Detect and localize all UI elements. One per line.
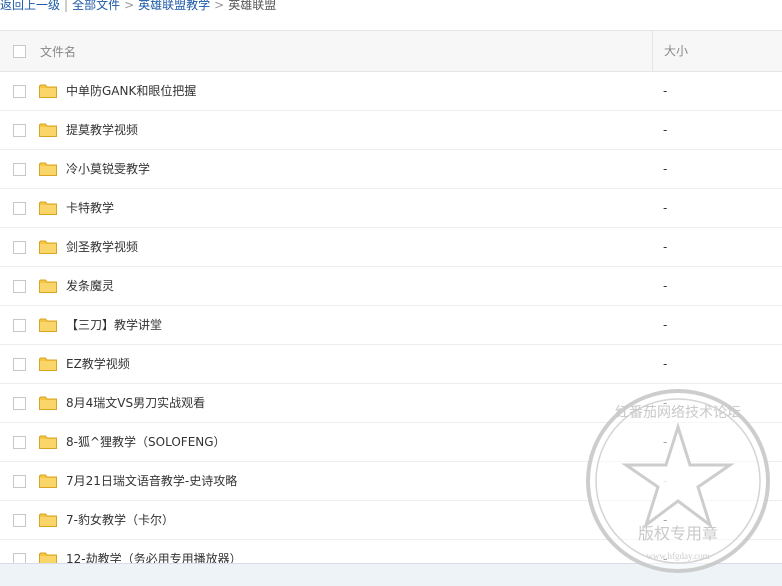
file-name[interactable]: 卡特教学 [66,189,114,227]
file-size: - [663,435,668,449]
file-list: 文件名 大小 中单防GANK和眼位把握 - 提莫教学视频 - 冷小莫锐雯教学 - 卡特教学 -… [0,30,782,579]
file-size: - [663,201,668,215]
row-checkbox[interactable] [13,241,26,254]
file-row[interactable]: 7月21日瑞文语音教学-史诗攻略 - [0,462,782,501]
file-size: - [663,123,668,137]
row-checkbox[interactable] [13,397,26,410]
file-name[interactable]: 【三刀】教学讲堂 [66,306,162,344]
file-size: - [663,318,668,332]
folder-icon [39,513,57,527]
file-rows: 中单防GANK和眼位把握 - 提莫教学视频 - 冷小莫锐雯教学 - 卡特教学 - 剑圣教学视频 -… [0,72,782,579]
folder-icon [39,240,57,254]
folder-icon [39,435,57,449]
folder-icon [39,123,57,137]
file-row[interactable]: 7-豹女教学（卡尔） - [0,501,782,540]
file-size: - [663,84,668,98]
file-name[interactable]: 7月21日瑞文语音教学-史诗攻略 [66,462,237,500]
file-row[interactable]: EZ教学视频 - [0,345,782,384]
file-row[interactable]: 中单防GANK和眼位把握 - [0,72,782,111]
file-row[interactable]: 剑圣教学视频 - [0,228,782,267]
file-name[interactable]: 发条魔灵 [66,267,114,305]
folder-icon [39,474,57,488]
row-checkbox[interactable] [13,514,26,527]
folder-icon [39,162,57,176]
file-size: - [663,357,668,371]
folder-icon [39,396,57,410]
row-checkbox[interactable] [13,436,26,449]
file-size: - [663,396,668,410]
file-name[interactable]: 8-狐^狸教学（SOLOFENG） [66,423,226,461]
file-name[interactable]: 中单防GANK和眼位把握 [66,72,196,110]
breadcrumb-current: 英雄联盟 [228,0,277,12]
select-all-checkbox[interactable] [13,45,26,58]
folder-icon [39,279,57,293]
row-checkbox[interactable] [13,124,26,137]
breadcrumb-all-files[interactable]: 全部文件 [72,0,120,12]
file-row[interactable]: 卡特教学 - [0,189,782,228]
file-row[interactable]: 提莫教学视频 - [0,111,782,150]
row-checkbox[interactable] [13,358,26,371]
row-checkbox[interactable] [13,319,26,332]
file-row[interactable]: 8月4瑞文VS男刀实战观看 - [0,384,782,423]
row-checkbox[interactable] [13,475,26,488]
row-checkbox[interactable] [13,163,26,176]
folder-icon [39,201,57,215]
file-name[interactable]: 冷小莫锐雯教学 [66,150,150,188]
folder-icon [39,318,57,332]
file-size: - [663,162,668,176]
breadcrumb-separator: | [64,0,69,12]
back-link[interactable]: 返回上一级 [0,0,60,12]
column-header-name[interactable]: 文件名 [40,31,76,73]
file-row[interactable]: 【三刀】教学讲堂 - [0,306,782,345]
breadcrumb-chevron: > [214,0,225,12]
file-name[interactable]: 7-豹女教学（卡尔） [66,501,174,539]
breadcrumb-parent[interactable]: 英雄联盟教学 [138,0,210,12]
file-name[interactable]: EZ教学视频 [66,345,130,383]
file-row[interactable]: 发条魔灵 - [0,267,782,306]
breadcrumb-chevron: > [124,0,135,12]
file-size: - [663,513,668,527]
folder-icon [39,357,57,371]
bottom-bar [0,563,782,586]
file-name[interactable]: 提莫教学视频 [66,111,138,149]
file-row[interactable]: 冷小莫锐雯教学 - [0,150,782,189]
file-size: - [663,474,668,488]
file-size: - [663,240,668,254]
file-name[interactable]: 剑圣教学视频 [66,228,138,266]
row-checkbox[interactable] [13,280,26,293]
file-list-header: 文件名 大小 [0,30,782,72]
column-header-size[interactable]: 大小 [652,31,688,71]
folder-icon [39,84,57,98]
row-checkbox[interactable] [13,202,26,215]
file-name[interactable]: 8月4瑞文VS男刀实战观看 [66,384,205,422]
row-checkbox[interactable] [13,85,26,98]
file-row[interactable]: 8-狐^狸教学（SOLOFENG） - [0,423,782,462]
file-size: - [663,279,668,293]
breadcrumb: 返回上一级 | 全部文件 > 英雄联盟教学 > 英雄联盟 [0,0,276,15]
